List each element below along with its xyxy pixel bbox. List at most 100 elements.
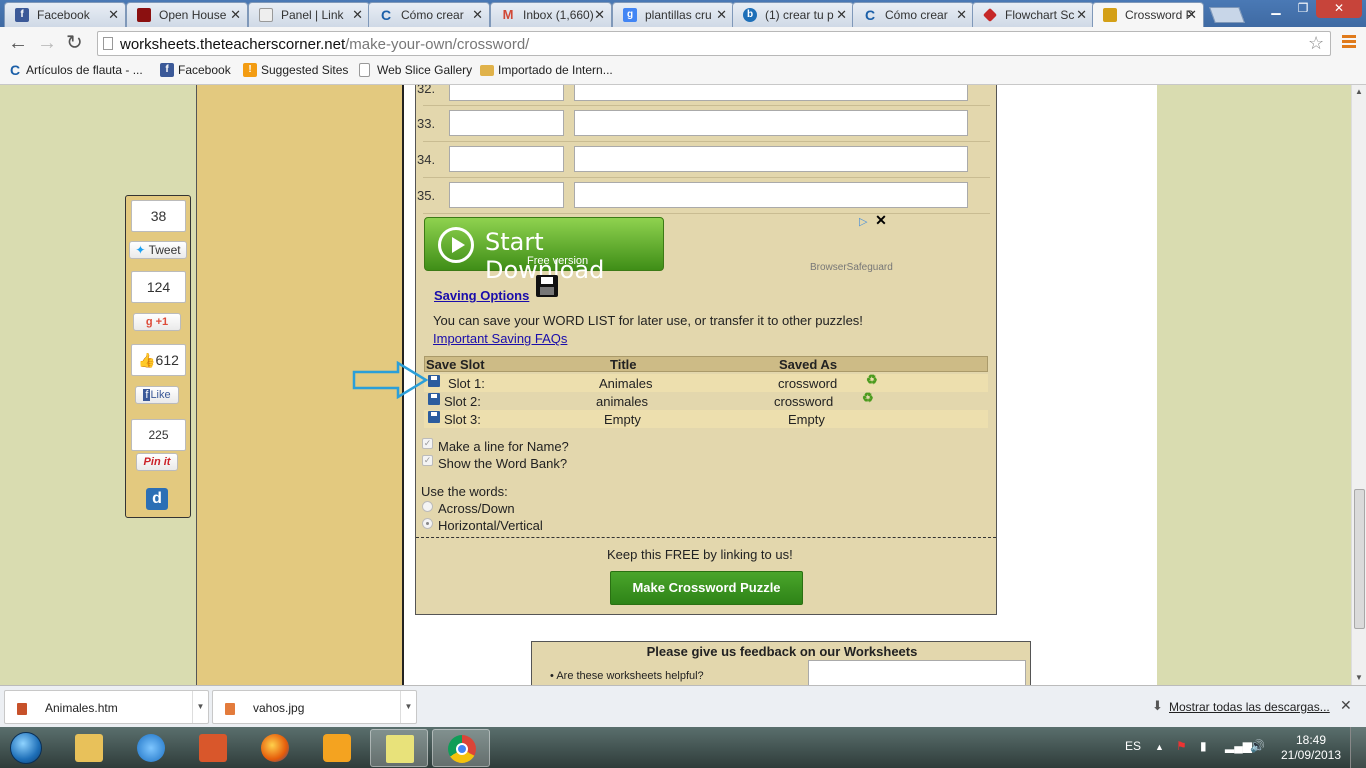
tab-crossword[interactable]: Crossword P ✕ [1092, 2, 1204, 27]
taskbar-chrome[interactable] [432, 729, 490, 767]
bookmark-web-slice[interactable]: Web Slice Gallery [359, 63, 472, 77]
reload-icon[interactable]: ↻ [66, 33, 83, 53]
load-slot-icon[interactable]: ♻ [862, 391, 875, 404]
tab-inbox[interactable]: M Inbox (1,660) ✕ [490, 2, 612, 27]
name-line-checkbox[interactable]: ✓ [422, 438, 433, 449]
taskbar-explorer[interactable] [60, 729, 118, 767]
word-input[interactable] [449, 146, 564, 172]
make-crossword-button[interactable]: Make Crossword Puzzle [610, 571, 803, 605]
close-tab-icon[interactable]: ✕ [352, 7, 363, 23]
c-icon: C [864, 7, 876, 23]
sticky-notes-icon [386, 735, 414, 763]
clue-input[interactable] [574, 146, 968, 172]
pinit-button[interactable]: Pin it [136, 453, 178, 471]
network-icon[interactable]: ▂▄▆ [1225, 739, 1252, 753]
word-bank-label: Show the Word Bank? [438, 456, 568, 471]
tab-panel-link[interactable]: Panel | Link ✕ [248, 2, 370, 27]
download-item[interactable]: Animales.htm ▼ [4, 690, 209, 724]
c-icon: C [9, 62, 21, 78]
chevron-down-icon[interactable]: ▼ [400, 691, 416, 723]
taskbar-media-player[interactable] [308, 729, 366, 767]
close-tab-icon[interactable]: ✕ [108, 7, 119, 23]
tab-open-house[interactable]: Open House ✕ [126, 2, 248, 27]
chevron-down-icon[interactable]: ▼ [192, 691, 208, 723]
download-item[interactable]: vahos.jpg ▼ [212, 690, 417, 724]
media-player-icon [323, 734, 351, 762]
like-button[interactable]: f Like [135, 386, 179, 404]
maximize-icon[interactable]: ❐ [1290, 0, 1316, 18]
saving-faq-link[interactable]: Important Saving FAQs [433, 331, 567, 346]
ad-info-icon[interactable]: ▷ [859, 215, 867, 228]
close-tab-icon[interactable]: ✕ [1186, 7, 1197, 23]
delicious-icon[interactable]: d [146, 488, 168, 510]
taskbar-office[interactable] [184, 729, 242, 767]
tab-plantillas[interactable]: g plantillas cru ✕ [612, 2, 734, 27]
clue-input[interactable] [574, 182, 968, 208]
load-slot-icon[interactable]: ♻ [866, 373, 879, 386]
chrome-icon [448, 735, 476, 763]
ad-close-icon[interactable]: ✕ [874, 213, 888, 228]
forward-icon[interactable]: → [37, 33, 57, 53]
action-center-icon[interactable]: ⚑ [1176, 739, 1187, 753]
saving-options-link[interactable]: Saving Options [434, 288, 529, 303]
tab-crear-tu[interactable]: b (1) crear tu p ✕ [732, 2, 854, 27]
close-tab-icon[interactable]: ✕ [716, 7, 727, 23]
show-desktop-button[interactable] [1350, 727, 1366, 768]
close-tab-icon[interactable]: ✕ [1076, 7, 1087, 23]
horizontal-vertical-radio[interactable] [422, 518, 433, 529]
feedback-input[interactable] [808, 660, 1026, 685]
menu-icon[interactable] [1342, 35, 1356, 49]
close-window-icon[interactable]: ✕ [1316, 0, 1362, 18]
show-all-downloads-link[interactable]: Mostrar todas las descargas... [1169, 700, 1330, 714]
tab-facebook[interactable]: f Facebook ✕ [4, 2, 126, 27]
bookmark-flauta[interactable]: C Artículos de flauta - ... [8, 63, 143, 77]
word-input[interactable] [449, 110, 564, 136]
across-down-radio[interactable] [422, 501, 433, 512]
horizontal-vertical-label: Horizontal/Vertical [438, 518, 543, 533]
power-icon[interactable]: ▮ [1200, 739, 1207, 753]
minimize-icon[interactable]: ▁ [1262, 0, 1290, 18]
tab-como-crear-1[interactable]: C Cómo crear ✕ [368, 2, 490, 27]
star-icon[interactable]: ☆ [1308, 33, 1324, 54]
back-icon[interactable]: ← [8, 33, 28, 53]
scroll-down-icon[interactable]: ▼ [1355, 673, 1363, 682]
tab-flowchart[interactable]: Flowchart Sc ✕ [972, 2, 1094, 27]
scroll-up-icon[interactable]: ▲ [1355, 87, 1363, 96]
page-viewport: 32. 33. 34. 35. Start Download Free vers… [0, 85, 1351, 685]
system-clock[interactable]: 18:49 21/09/2013 [1280, 733, 1342, 763]
new-tab-button[interactable] [1209, 7, 1245, 23]
close-icon[interactable]: ✕ [1340, 697, 1352, 714]
close-tab-icon[interactable]: ✕ [472, 7, 483, 23]
name-line-label: Make a line for Name? [438, 439, 569, 454]
clue-input[interactable] [574, 110, 968, 136]
word-input[interactable] [449, 85, 564, 101]
save-slot-icon[interactable] [428, 411, 440, 423]
taskbar-ie[interactable] [122, 729, 180, 767]
clue-input[interactable] [574, 85, 968, 101]
taskbar-sticky-notes[interactable] [370, 729, 428, 767]
row-divider [423, 105, 990, 106]
word-input[interactable] [449, 182, 564, 208]
bookmark-suggested-sites[interactable]: ! Suggested Sites [243, 63, 348, 77]
gplus-button[interactable]: g +1 [133, 313, 181, 331]
tweet-button[interactable]: ✦ Tweet [129, 241, 187, 259]
ad-download-button[interactable]: Start Download Free version [424, 217, 664, 284]
close-tab-icon[interactable]: ✕ [956, 7, 967, 23]
like-count-box: 👍612 [131, 344, 186, 376]
scrollbar-thumb[interactable] [1354, 489, 1365, 629]
volume-icon[interactable]: 🔊 [1250, 739, 1265, 753]
start-button[interactable] [4, 728, 48, 768]
taskbar-firefox[interactable] [246, 729, 304, 767]
word-bank-checkbox[interactable]: ✓ [422, 455, 433, 466]
bookmark-facebook[interactable]: f Facebook [160, 63, 231, 77]
address-bar[interactable]: worksheets.theteacherscorner.net/make-yo… [97, 31, 1331, 56]
page-scrollbar[interactable]: ▲ ▼ [1351, 85, 1366, 685]
close-tab-icon[interactable]: ✕ [594, 7, 605, 23]
show-hidden-icons[interactable]: ▲ [1155, 742, 1164, 752]
ad-source: BrowserSafeguard [810, 262, 893, 273]
bookmark-importado[interactable]: Importado de Intern... [480, 63, 613, 77]
close-tab-icon[interactable]: ✕ [230, 7, 241, 23]
language-indicator[interactable]: ES [1125, 739, 1141, 753]
tab-como-crear-2[interactable]: C Cómo crear ✕ [852, 2, 974, 27]
close-tab-icon[interactable]: ✕ [836, 7, 847, 23]
